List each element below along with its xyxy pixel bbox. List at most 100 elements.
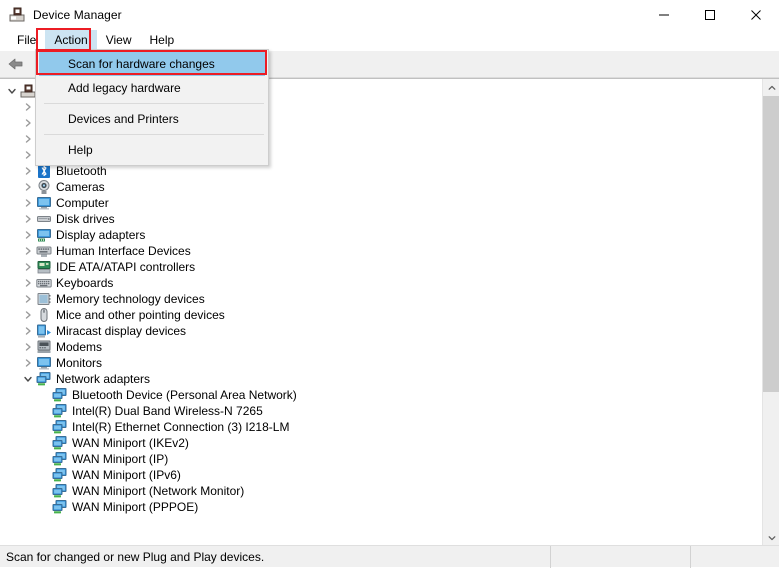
tree-item-mice[interactable]: Mice and other pointing devices bbox=[0, 307, 762, 323]
chevron-down-icon[interactable] bbox=[20, 371, 36, 387]
network-adapter-icon bbox=[52, 403, 68, 419]
tree-item-network-child[interactable]: WAN Miniport (PPPOE) bbox=[0, 499, 762, 515]
tree-item-label: WAN Miniport (IP) bbox=[72, 452, 169, 466]
tree-item-network-child[interactable]: WAN Miniport (IP) bbox=[0, 451, 762, 467]
tree-item-label: Memory technology devices bbox=[56, 292, 205, 306]
tree-item-label: Display adapters bbox=[56, 228, 146, 242]
tree-item-label: Intel(R) Ethernet Connection (3) I218-LM bbox=[72, 420, 290, 434]
chevron-right-icon[interactable] bbox=[20, 195, 36, 211]
scrollbar-track[interactable] bbox=[763, 96, 779, 529]
hid-icon bbox=[36, 243, 52, 259]
chevron-right-icon[interactable] bbox=[20, 163, 36, 179]
scrollbar-thumb[interactable] bbox=[763, 96, 779, 392]
menu-item-add-legacy-hardware[interactable]: Add legacy hardware bbox=[36, 76, 268, 100]
title-bar: Device Manager bbox=[0, 0, 779, 30]
menu-item-devices-and-printers[interactable]: Devices and Printers bbox=[36, 107, 268, 131]
tree-item-label: Computer bbox=[56, 196, 109, 210]
camera-icon bbox=[36, 179, 52, 195]
chevron-right-icon[interactable] bbox=[20, 179, 36, 195]
chevron-right-icon[interactable] bbox=[20, 323, 36, 339]
menu-view[interactable]: View bbox=[97, 30, 141, 51]
network-adapter-icon bbox=[52, 499, 68, 515]
menu-separator bbox=[44, 103, 264, 104]
tree-item-label: Human Interface Devices bbox=[56, 244, 191, 258]
device-manager-icon bbox=[9, 7, 25, 23]
status-cell-3 bbox=[690, 545, 779, 568]
tree-item-miracast[interactable]: Miracast display devices bbox=[0, 323, 762, 339]
status-message: Scan for changed or new Plug and Play de… bbox=[6, 549, 265, 564]
tree-item-ide-controllers[interactable]: IDE ATA/ATAPI controllers bbox=[0, 259, 762, 275]
menu-file[interactable]: File bbox=[8, 30, 45, 51]
network-adapter-icon bbox=[52, 435, 68, 451]
chevron-right-icon[interactable] bbox=[20, 355, 36, 371]
computer-icon bbox=[20, 83, 36, 99]
chevron-right-icon[interactable] bbox=[20, 275, 36, 291]
network-adapter-icon bbox=[52, 419, 68, 435]
network-adapter-icon bbox=[52, 483, 68, 499]
tree-item-memory-technology-devices[interactable]: Memory technology devices bbox=[0, 291, 762, 307]
tree-item-network-child[interactable]: Intel(R) Dual Band Wireless-N 7265 bbox=[0, 403, 762, 419]
tree-item-network-adapters[interactable]: Network adapters bbox=[0, 371, 762, 387]
display-adapter-icon bbox=[36, 227, 52, 243]
chevron-right-icon[interactable] bbox=[20, 211, 36, 227]
close-icon[interactable] bbox=[733, 0, 779, 30]
tree-item-label: Mice and other pointing devices bbox=[56, 308, 225, 322]
status-cell-2 bbox=[550, 545, 690, 568]
tree-item-modems[interactable]: Modems bbox=[0, 339, 762, 355]
chevron-right-icon[interactable] bbox=[20, 259, 36, 275]
chevron-right-icon[interactable] bbox=[20, 307, 36, 323]
action-menu-dropdown[interactable]: Scan for hardware changes Add legacy har… bbox=[35, 49, 269, 166]
vertical-scrollbar[interactable] bbox=[762, 79, 779, 545]
computer-icon bbox=[36, 195, 52, 211]
tree-item-network-child[interactable]: WAN Miniport (IKEv2) bbox=[0, 435, 762, 451]
tree-item-network-child[interactable]: WAN Miniport (Network Monitor) bbox=[0, 483, 762, 499]
tree-item-keyboards[interactable]: Keyboards bbox=[0, 275, 762, 291]
tree-item-label: Miracast display devices bbox=[56, 324, 187, 338]
chevron-right-icon[interactable] bbox=[20, 227, 36, 243]
tree-item-computer[interactable]: Computer bbox=[0, 195, 762, 211]
menu-separator bbox=[44, 134, 264, 135]
tree-item-network-child[interactable]: Intel(R) Ethernet Connection (3) I218-LM bbox=[0, 419, 762, 435]
monitor-icon bbox=[36, 355, 52, 371]
chevron-down-icon[interactable] bbox=[4, 83, 20, 99]
keyboard-icon bbox=[36, 275, 52, 291]
chevron-right-icon[interactable] bbox=[20, 115, 36, 131]
chevron-right-icon[interactable] bbox=[20, 147, 36, 163]
chevron-right-icon[interactable] bbox=[20, 243, 36, 259]
tree-item-label: Monitors bbox=[56, 356, 103, 370]
tree-item-network-child[interactable]: WAN Miniport (IPv6) bbox=[0, 467, 762, 483]
chevron-right-icon[interactable] bbox=[20, 99, 36, 115]
back-arrow-icon[interactable] bbox=[5, 53, 27, 75]
menu-bar: File Action View Help bbox=[0, 30, 779, 51]
chevron-right-icon[interactable] bbox=[20, 131, 36, 147]
scroll-down-icon[interactable] bbox=[763, 529, 779, 545]
tree-item-disk-drives[interactable]: Disk drives bbox=[0, 211, 762, 227]
miracast-icon bbox=[36, 323, 52, 339]
network-adapter-icon bbox=[52, 451, 68, 467]
scroll-up-icon[interactable] bbox=[763, 79, 779, 96]
menu-item-help[interactable]: Help bbox=[36, 138, 268, 162]
disk-drive-icon bbox=[36, 211, 52, 227]
tree-item-human-interface-devices[interactable]: Human Interface Devices bbox=[0, 243, 762, 259]
tree-item-monitors[interactable]: Monitors bbox=[0, 355, 762, 371]
mouse-icon bbox=[36, 307, 52, 323]
minimize-icon[interactable] bbox=[641, 0, 687, 30]
tree-item-label: Disk drives bbox=[56, 212, 115, 226]
chevron-right-icon[interactable] bbox=[20, 291, 36, 307]
tree-item-label: Modems bbox=[56, 340, 103, 354]
memory-icon bbox=[36, 291, 52, 307]
tree-item-label: WAN Miniport (IPv6) bbox=[72, 468, 181, 482]
menu-help[interactable]: Help bbox=[141, 30, 184, 51]
tree-item-label: WAN Miniport (IKEv2) bbox=[72, 436, 189, 450]
maximize-icon[interactable] bbox=[687, 0, 733, 30]
tree-item-display-adapters[interactable]: Display adapters bbox=[0, 227, 762, 243]
tree-item-cameras[interactable]: Cameras bbox=[0, 179, 762, 195]
chevron-right-icon[interactable] bbox=[20, 339, 36, 355]
modem-icon bbox=[36, 339, 52, 355]
tree-item-network-child[interactable]: Bluetooth Device (Personal Area Network) bbox=[0, 387, 762, 403]
tree-item-label: IDE ATA/ATAPI controllers bbox=[56, 260, 196, 274]
status-bar: Scan for changed or new Plug and Play de… bbox=[0, 545, 779, 568]
menu-action[interactable]: Action bbox=[45, 30, 97, 51]
menu-item-scan-for-hardware-changes[interactable]: Scan for hardware changes bbox=[39, 52, 265, 76]
network-adapter-icon bbox=[52, 467, 68, 483]
